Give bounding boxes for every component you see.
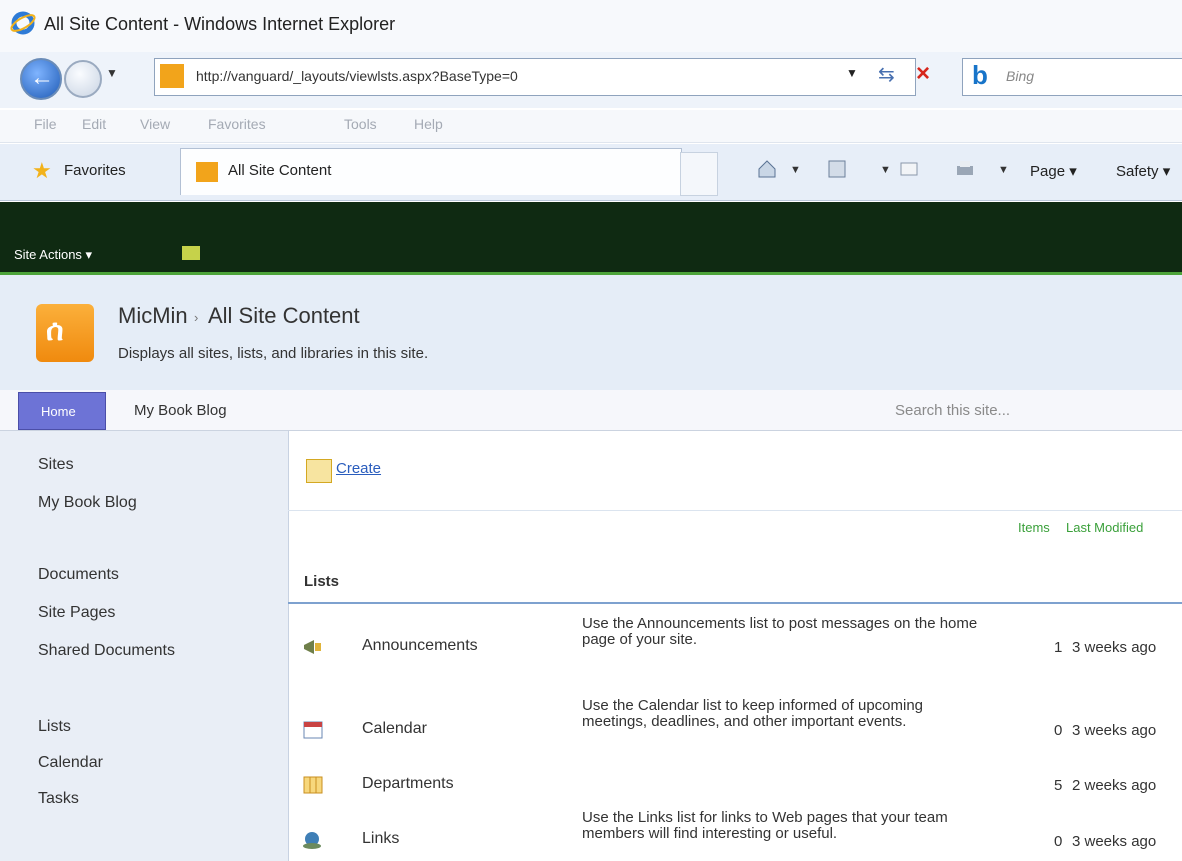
links-icon [303,832,321,849]
bing-icon: b [972,60,988,90]
site-name-link[interactable]: MicMin [118,303,188,329]
page-title: All Site Content [208,303,360,328]
site-search-input[interactable]: Search this site... [895,402,1010,419]
list-item-count: 1 [1054,639,1063,656]
feeds-icon[interactable] [826,158,848,180]
ql-item-my-book-blog[interactable]: My Book Blog [38,494,137,512]
lists-section-header: Lists [304,573,340,590]
menu-view[interactable]: View [140,116,170,132]
mail-icon[interactable] [898,158,920,180]
back-arrow-icon: ← [30,64,54,91]
column-items[interactable]: Items [1018,520,1050,535]
ql-item-shared-documents[interactable]: Shared Documents [38,642,175,660]
list-last-modified: 3 weeks ago [1072,722,1157,739]
window-title: All Site Content - Windows Internet Expl… [44,14,396,34]
print-dropdown-icon[interactable]: ▼ [998,164,1009,176]
list-item-count: 0 [1054,722,1063,739]
address-url[interactable]: http://vanguard/_layouts/viewlsts.aspx?B… [196,68,518,84]
divider [288,602,1182,604]
page-description: Displays all sites, lists, and libraries… [118,345,429,362]
sharepoint-ribbon-bar [0,202,1182,275]
ql-sites-header[interactable]: Sites [38,456,74,474]
create-link[interactable]: Create [336,460,381,477]
tab-my-book-blog[interactable]: My Book Blog [134,402,227,419]
menu-bar [0,110,1182,143]
custom-list-icon [303,776,323,794]
announcements-icon [304,640,321,654]
menu-edit[interactable]: Edit [82,116,106,132]
back-button[interactable]: ← [20,58,62,100]
tab-title[interactable]: All Site Content [228,162,331,179]
favorites-star-icon[interactable]: ★ [32,158,52,184]
site-actions-menu[interactable]: Site Actions ▾ [14,247,92,263]
calendar-icon [303,721,323,739]
site-logo-icon[interactable]: ሰ [36,304,94,362]
sharepoint-page-icon [160,64,184,88]
tab-home[interactable]: Home [18,392,106,430]
list-last-modified: 3 weeks ago [1072,639,1157,656]
ql-item-tasks[interactable]: Tasks [38,790,79,808]
address-dropdown-icon[interactable]: ▼ [846,66,858,80]
ql-documents-header[interactable]: Documents [38,566,119,584]
list-item-count: 0 [1054,833,1063,850]
list-title-departments[interactable]: Departments [362,775,454,793]
column-last-modified[interactable]: Last Modified [1066,520,1143,535]
feeds-dropdown-icon[interactable]: ▼ [880,164,891,176]
forward-button[interactable] [64,60,102,98]
search-placeholder[interactable]: Bing [1006,68,1034,84]
list-title-calendar[interactable]: Calendar [362,720,427,738]
list-last-modified: 3 weeks ago [1072,833,1157,850]
list-item-count: 5 [1054,777,1063,794]
menu-favorites[interactable]: Favorites [208,116,266,132]
list-title-announcements[interactable]: Announcements [362,637,478,655]
tab-home-label: Home [41,404,76,419]
home-icon[interactable] [756,158,778,180]
list-title-links[interactable]: Links [362,830,399,848]
recent-pages-dropdown-icon[interactable]: ▼ [106,66,118,80]
home-dropdown-icon[interactable]: ▼ [790,164,801,176]
refresh-icon[interactable]: ⇆ [878,62,895,87]
page-menu[interactable]: Page ▾ [1030,162,1077,180]
tab-page-icon [196,162,218,182]
search-box[interactable] [962,58,1182,96]
new-tab-button[interactable] [680,152,718,196]
list-last-modified: 2 weeks ago [1072,777,1157,794]
breadcrumb-separator: › [194,310,199,325]
print-icon[interactable] [954,158,976,180]
ql-item-site-pages[interactable]: Site Pages [38,604,115,622]
internet-explorer-icon [10,11,36,35]
navigate-up-folder-icon[interactable] [182,246,200,260]
divider [288,510,1182,511]
list-description: Use the Links list for links to Web page… [582,809,948,842]
favorites-button[interactable]: Favorites [64,162,126,179]
menu-help[interactable]: Help [414,116,443,132]
site-title-area [0,275,1182,390]
ql-lists-header[interactable]: Lists [38,718,71,736]
menu-tools[interactable]: Tools [344,116,377,132]
create-icon[interactable] [306,459,332,483]
safety-menu[interactable]: Safety ▾ [1116,162,1170,180]
menu-file[interactable]: File [34,116,57,132]
list-description: Use the Calendar list to keep informed o… [582,697,924,730]
list-description: Use the Announcements list to post messa… [582,615,978,648]
stop-icon[interactable]: × [916,60,930,88]
ql-item-calendar[interactable]: Calendar [38,754,103,772]
